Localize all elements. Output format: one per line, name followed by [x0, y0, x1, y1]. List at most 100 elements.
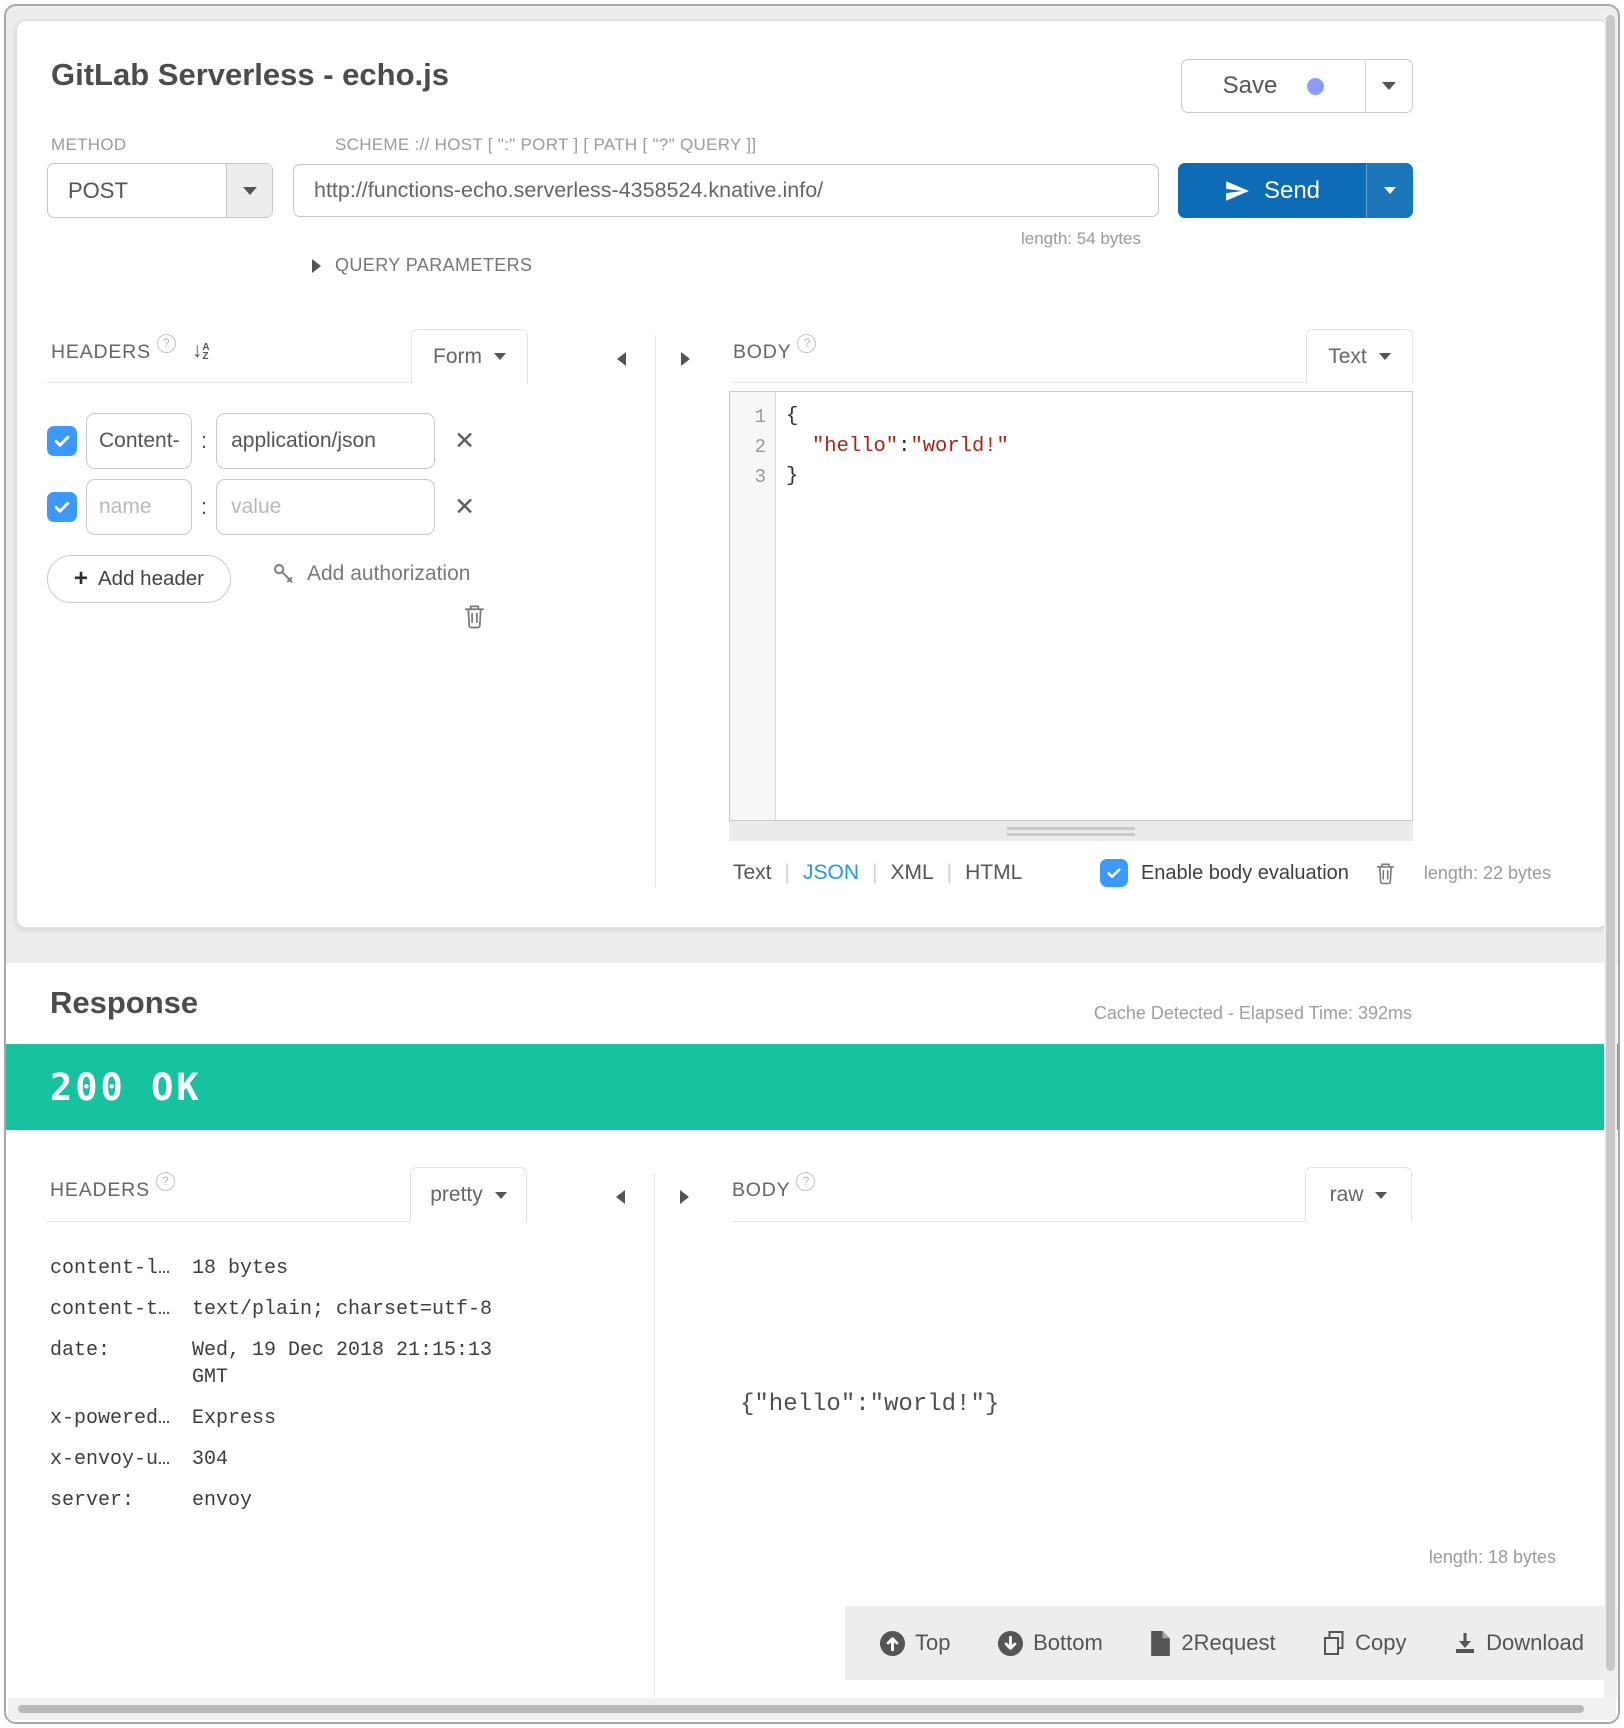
caret-down-icon	[1382, 82, 1396, 90]
line-number: 1	[730, 402, 766, 432]
checkbox-check-icon	[1105, 864, 1123, 882]
collapse-left-panel-icon[interactable]	[616, 1190, 625, 1204]
header-enabled-checkbox[interactable]	[47, 492, 77, 522]
response-card: Response Cache Detected - Elapsed Time: …	[6, 963, 1618, 1722]
caret-down-icon	[1379, 353, 1391, 360]
response-headers-view-value: pretty	[430, 1183, 483, 1207]
download-button[interactable]: Download	[1453, 1630, 1584, 1656]
horizontal-scrollbar	[8, 1698, 1616, 1720]
response-title: Response	[50, 985, 198, 1021]
response-body-toolbar: Top Bottom 2Request	[845, 1606, 1618, 1680]
response-header-key: content-t…	[50, 1296, 192, 1323]
checkbox-check-icon	[52, 497, 72, 517]
response-header-value: 304	[192, 1446, 512, 1473]
help-icon[interactable]: ?	[157, 334, 176, 353]
request-headers-title: HEADERS	[51, 341, 151, 364]
vertical-scrollbar-thumb[interactable]	[1606, 15, 1615, 1671]
header-colon: :	[201, 494, 207, 520]
method-caret-zone	[226, 164, 272, 217]
request-body-view-dropdown[interactable]: Text	[1306, 329, 1413, 383]
response-header-key: x-powered…	[50, 1405, 192, 1432]
copy-button[interactable]: Copy	[1322, 1630, 1406, 1657]
save-button[interactable]: Save	[1182, 60, 1366, 112]
response-body-view-dropdown[interactable]: raw	[1305, 1167, 1412, 1222]
delete-headers-button[interactable]	[463, 603, 486, 629]
response-header-value: text/plain; charset=utf-8	[192, 1296, 512, 1323]
to-request-button[interactable]: 2Request	[1149, 1630, 1275, 1657]
send-button[interactable]: Send	[1178, 163, 1367, 218]
help-icon[interactable]: ?	[797, 334, 816, 353]
header-value-input[interactable]	[216, 413, 435, 469]
url-input[interactable]	[293, 164, 1159, 217]
request-body-editor[interactable]: 1 2 3 { "hello":"world!" }	[729, 391, 1413, 821]
editor-resize-handle[interactable]	[729, 821, 1413, 841]
plus-icon: +	[74, 567, 88, 591]
query-parameters-toggle[interactable]: QUERY PARAMETERS	[312, 255, 532, 276]
caret-down-icon	[1384, 187, 1396, 194]
format-tab-html[interactable]: HTML	[965, 861, 1022, 885]
method-label: METHOD	[51, 135, 126, 155]
header-row: : ✕	[47, 413, 475, 469]
horizontal-scrollbar-thumb[interactable]	[18, 1705, 1584, 1713]
help-icon[interactable]: ?	[156, 1172, 175, 1191]
header-name-input[interactable]	[86, 479, 192, 535]
unsaved-indicator-dot	[1307, 78, 1324, 95]
clear-body-button[interactable]	[1375, 861, 1396, 885]
format-tab-xml[interactable]: XML	[890, 861, 933, 885]
header-name-input[interactable]	[86, 413, 192, 469]
line-number: 3	[730, 462, 766, 492]
response-header-value: 18 bytes	[192, 1255, 512, 1282]
add-header-button[interactable]: + Add header	[47, 555, 231, 603]
body-evaluation-checkbox[interactable]	[1100, 859, 1128, 887]
download-icon	[1453, 1631, 1477, 1655]
response-body-header: BODY ?	[732, 1179, 815, 1202]
response-headers-view-dropdown[interactable]: pretty	[410, 1167, 527, 1222]
collapse-left-panel-icon[interactable]	[617, 352, 626, 366]
response-body-length: length: 18 bytes	[1429, 1547, 1556, 1568]
expand-right-panel-icon[interactable]	[680, 1190, 689, 1204]
request-headers-view-dropdown[interactable]: Form	[411, 329, 528, 383]
request-body-header: BODY ?	[733, 341, 816, 364]
response-header-key: date:	[50, 1337, 192, 1391]
url-scheme-label: SCHEME :// HOST [ ":" PORT ] [ PATH [ "?…	[335, 135, 756, 155]
circle-arrow-up-icon	[879, 1630, 906, 1657]
format-tab-text[interactable]: Text	[733, 861, 772, 885]
request-body-footer: Text | JSON | XML | HTML Enable body eva…	[733, 855, 1551, 891]
method-select[interactable]: POST	[47, 163, 273, 218]
scroll-top-button[interactable]: Top	[879, 1630, 950, 1657]
remove-header-button[interactable]: ✕	[454, 429, 475, 454]
header-colon: :	[201, 428, 207, 454]
response-header-value: envoy	[192, 1487, 512, 1514]
circle-arrow-down-icon	[997, 1630, 1024, 1657]
help-icon[interactable]: ?	[796, 1172, 815, 1191]
save-menu-button[interactable]	[1366, 60, 1412, 112]
response-header-value: Wed, 19 Dec 2018 21:15:13 GMT	[192, 1337, 512, 1391]
format-tab-json[interactable]: JSON	[803, 861, 859, 885]
editor-code[interactable]: { "hello":"world!" }	[776, 392, 1412, 820]
page-title: GitLab Serverless - echo.js	[51, 57, 449, 93]
header-row: : ✕	[47, 479, 475, 535]
send-split-button: Send	[1178, 163, 1413, 218]
scroll-bottom-button[interactable]: Bottom	[997, 1630, 1103, 1657]
header-value-input[interactable]	[216, 479, 435, 535]
triangle-right-icon	[312, 259, 321, 273]
request-body-view-value: Text	[1328, 345, 1367, 369]
paper-plane-icon	[1224, 178, 1250, 204]
response-body-title: BODY	[732, 1179, 790, 1202]
add-authorization-label: Add authorization	[307, 562, 470, 586]
code-line: {	[786, 402, 1412, 432]
remove-header-button[interactable]: ✕	[454, 495, 475, 520]
request-body-title: BODY	[733, 341, 791, 364]
expand-right-panel-icon[interactable]	[681, 352, 690, 366]
editor-line-numbers: 1 2 3	[730, 392, 776, 820]
trash-icon	[1375, 861, 1396, 885]
header-enabled-checkbox[interactable]	[47, 426, 77, 456]
body-length-label: length: 22 bytes	[1424, 863, 1551, 884]
response-header-key: server:	[50, 1487, 192, 1514]
body-evaluation-label: Enable body evaluation	[1141, 862, 1349, 885]
send-menu-button[interactable]	[1367, 163, 1413, 218]
sort-az-icon[interactable]: ↓ AZ	[192, 341, 210, 361]
caret-down-icon	[494, 353, 506, 360]
response-body-content: {"hello":"world!"}	[740, 1391, 999, 1418]
add-authorization-button[interactable]: Add authorization	[271, 561, 470, 587]
